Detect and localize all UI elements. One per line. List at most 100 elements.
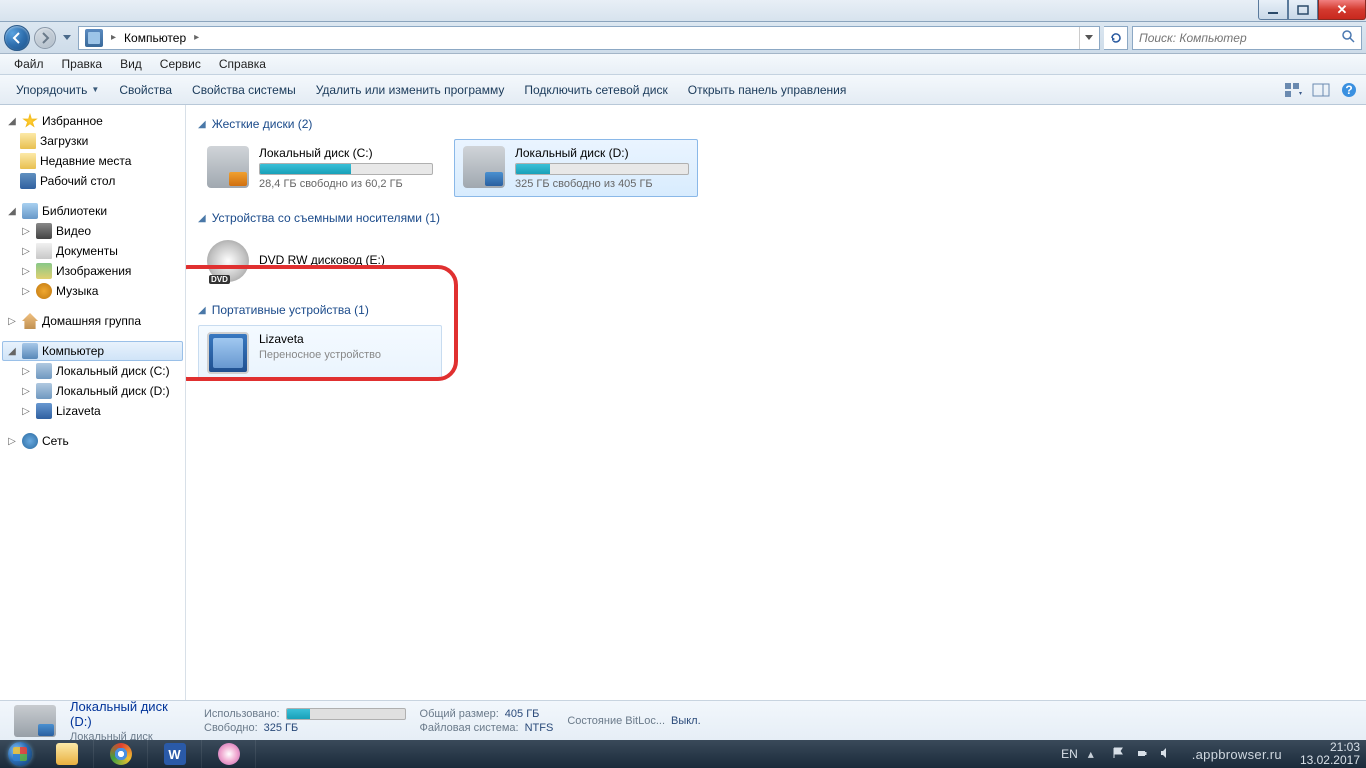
collapse-icon: ◢ [198,119,206,130]
breadcrumb-computer[interactable]: Компьютер [120,31,190,45]
toolbar-organize[interactable]: Упорядочить▼ [6,79,109,101]
usage-bar [515,163,689,175]
sidebar-recent[interactable]: Недавние места [2,151,183,171]
home-icon [22,313,38,329]
history-dropdown[interactable] [60,28,74,48]
navigation-pane: ◢Избранное Загрузки Недавние места Рабоч… [0,105,186,700]
menu-tools[interactable]: Сервис [152,55,209,73]
group-removable[interactable]: ◢Устройства со съемными носителями (1) [198,211,1354,225]
language-indicator[interactable]: EN [1061,747,1078,761]
sidebar-drive-c[interactable]: ▷Локальный диск (C:) [2,361,183,381]
portable-device-lizaveta[interactable]: Lizaveta Переносное устройство [198,325,442,381]
sidebar-desktop[interactable]: Рабочий стол [2,171,183,191]
sidebar-homegroup[interactable]: ▷Домашняя группа [2,311,183,331]
drive-free: 325 ГБ свободно из 405 ГБ [515,178,689,190]
taskbar-chrome[interactable] [94,740,148,768]
sidebar-music[interactable]: ▷Музыка [2,281,183,301]
toolbar: Упорядочить▼ Свойства Свойства системы У… [0,75,1366,105]
minimize-button[interactable] [1258,0,1288,20]
toolbar-system-properties[interactable]: Свойства системы [182,79,306,101]
close-button[interactable]: ✕ [1318,0,1366,20]
search-icon[interactable] [1341,29,1355,46]
device-type: Переносное устройство [259,349,433,361]
drive-icon [207,146,249,188]
chevron-right-icon[interactable]: ▸ [190,32,203,43]
breadcrumb[interactable]: ▸ Компьютер ▸ [78,26,1100,50]
toolbar-control-panel[interactable]: Открыть панель управления [678,79,857,101]
sidebar-lizaveta[interactable]: ▷Lizaveta [2,401,183,421]
tray-power-icon[interactable] [1136,747,1150,761]
address-row: ▸ Компьютер ▸ [0,22,1366,54]
search-box[interactable] [1132,26,1362,50]
chrome-icon [110,743,132,765]
sidebar-libraries[interactable]: ◢Библиотеки [2,201,183,221]
sidebar-network[interactable]: ▷Сеть [2,431,183,451]
computer-icon [22,343,38,359]
toolbar-uninstall[interactable]: Удалить или изменить программу [306,79,515,101]
device-icon [36,403,52,419]
computer-icon [85,29,103,47]
sidebar-pictures[interactable]: ▷Изображения [2,261,183,281]
sidebar-downloads[interactable]: Загрузки [2,131,183,151]
image-icon [36,263,52,279]
folder-icon [20,153,36,169]
document-icon [36,243,52,259]
back-button[interactable] [4,25,30,51]
drive-c[interactable]: Локальный диск (C:) 28,4 ГБ свободно из … [198,139,442,197]
drive-icon [14,705,56,737]
tray-flag-icon[interactable] [1112,747,1126,761]
group-portable[interactable]: ◢Портативные устройства (1) [198,303,1354,317]
video-icon [36,223,52,239]
taskbar-explorer[interactable] [40,740,94,768]
toolbar-map-drive[interactable]: Подключить сетевой диск [514,79,677,101]
drive-d[interactable]: Локальный диск (D:) 325 ГБ свободно из 4… [454,139,698,197]
drive-name: Локальный диск (C:) [259,146,433,160]
library-icon [22,203,38,219]
help-button[interactable]: ? [1338,79,1360,101]
tray-volume-icon[interactable] [1160,747,1174,761]
drive-name: Локальный диск (D:) [515,146,689,160]
sidebar-videos[interactable]: ▷Видео [2,221,183,241]
refresh-button[interactable] [1104,26,1128,50]
forward-button[interactable] [34,27,56,49]
taskbar-itunes[interactable] [202,740,256,768]
drive-dvd[interactable]: DVD RW дисковод (E:) [198,233,442,289]
sidebar-documents[interactable]: ▷Документы [2,241,183,261]
taskbar-word[interactable]: W [148,740,202,768]
start-button[interactable] [0,740,40,768]
sidebar-drive-d[interactable]: ▷Локальный диск (D:) [2,381,183,401]
itunes-icon [218,743,240,765]
free-label: Свободно: [204,722,258,734]
preview-pane-button[interactable] [1310,79,1332,101]
view-options-button[interactable] [1282,79,1304,101]
menu-edit[interactable]: Правка [54,55,111,73]
content-area: ◢Жесткие диски (2) Локальный диск (C:) 2… [186,105,1366,700]
group-hard-drives[interactable]: ◢Жесткие диски (2) [198,117,1354,131]
sidebar-computer[interactable]: ◢Компьютер [2,341,183,361]
chevron-right-icon[interactable]: ▸ [107,32,120,43]
toolbar-properties[interactable]: Свойства [109,79,182,101]
dvd-icon [207,240,249,282]
menu-help[interactable]: Справка [211,55,274,73]
search-input[interactable] [1139,31,1341,45]
system-tray: EN ▴ .appbrowser.ru 21:03 13.02.2017 [1055,741,1366,767]
drive-free: 28,4 ГБ свободно из 60,2 ГБ [259,178,433,190]
breadcrumb-dropdown[interactable] [1079,27,1097,49]
folder-icon [20,133,36,149]
collapse-icon: ◢ [198,213,206,224]
fs-value: NTFS [525,722,554,734]
explorer-icon [56,743,78,765]
svg-text:?: ? [1345,83,1352,97]
usage-bar [286,708,406,720]
details-name: Локальный диск (D:) [70,699,190,729]
used-label: Использовано: [204,708,280,720]
tray-show-hidden-icon[interactable]: ▴ [1088,747,1102,761]
menu-view[interactable]: Вид [112,55,150,73]
details-pane: Локальный диск (D:) Локальный диск Испол… [0,700,1366,740]
maximize-button[interactable] [1288,0,1318,20]
tray-clock[interactable]: 21:03 13.02.2017 [1300,741,1360,767]
collapse-icon: ◢ [198,305,206,316]
drive-icon [36,383,52,399]
menu-file[interactable]: Файл [6,55,52,73]
sidebar-favorites[interactable]: ◢Избранное [2,111,183,131]
